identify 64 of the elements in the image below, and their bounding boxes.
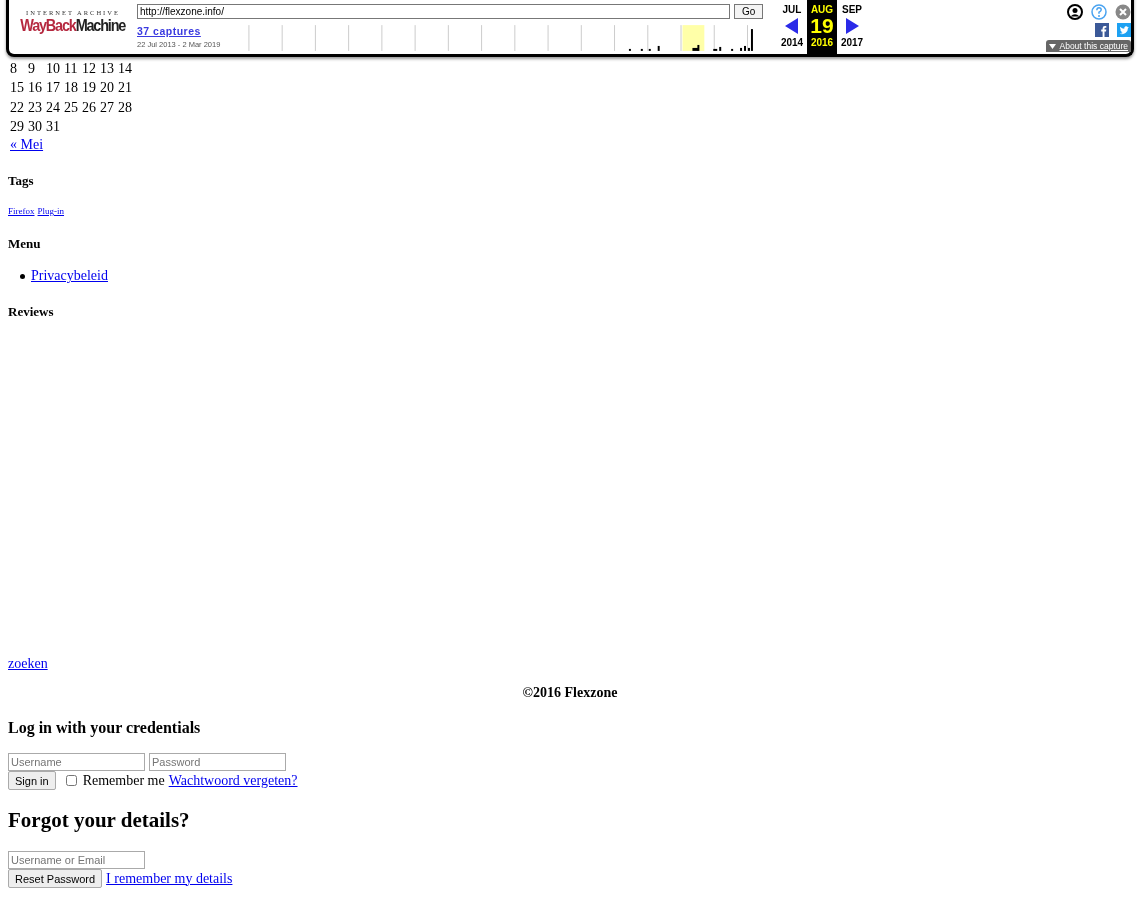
calendar-day: 19 (82, 78, 98, 98)
go-button[interactable]: Go (734, 4, 764, 19)
month-link[interactable]: AUG (810, 4, 834, 15)
close-icon[interactable] (1115, 4, 1131, 20)
calendar-day: 18 (64, 78, 80, 98)
calendar-day: 16 (28, 78, 44, 98)
calendar-day: 20 (100, 78, 116, 98)
search-link[interactable]: zoeken (8, 656, 48, 671)
sign-in-button[interactable]: Sign in (8, 771, 56, 790)
username-field[interactable]: Username (8, 753, 145, 771)
calendar-day: 26 (82, 98, 98, 118)
about-capture-button[interactable]: About this capture (1046, 40, 1131, 52)
calendar-day: 31 (46, 117, 62, 137)
calendar-day: 11 (64, 59, 80, 79)
calendar-day: 17 (46, 78, 62, 98)
calendar-day: 8 (10, 59, 26, 79)
day-number: 19 (810, 15, 834, 37)
year-link[interactable]: 2016 (810, 37, 834, 48)
password-field[interactable]: Password (149, 753, 286, 771)
twitter-icon[interactable] (1117, 23, 1131, 37)
month-link[interactable]: SEP (842, 4, 862, 15)
widget-heading: Reviews (8, 304, 55, 320)
calendar-day: 15 (10, 78, 26, 98)
calendar-day: 28 (118, 98, 134, 118)
calendar-day: 23 (28, 98, 44, 118)
username-email-field[interactable]: Username or Email (8, 851, 145, 869)
calendar-day: 13 (100, 59, 116, 79)
calendar-day: 22 (10, 98, 26, 118)
calendar-day: 14 (118, 59, 134, 79)
month-link[interactable]: JUL (782, 4, 802, 15)
year-link[interactable]: 2014 (780, 37, 804, 48)
remember-checkbox[interactable] (65, 775, 77, 786)
copyright-text: ©2016 Flexzone (522, 685, 618, 700)
next-arrow-icon[interactable] (845, 18, 859, 34)
menu-link[interactable]: Privacybeleid (31, 268, 108, 284)
calendar-day: 29 (10, 117, 26, 137)
tag-link[interactable]: Firefox (8, 206, 35, 216)
previous-arrow-icon[interactable] (785, 18, 799, 34)
widget-heading: Tags (8, 173, 35, 189)
calendar-day: 12 (82, 59, 98, 79)
caret-icon (1049, 43, 1057, 49)
login-heading: Log in with your credentials (8, 719, 202, 737)
captures-link[interactable]: 37 captures (137, 25, 240, 37)
reset-heading: Forgot your details? (8, 808, 191, 833)
calendar-day: 27 (100, 98, 116, 118)
calendar-day: 10 (46, 59, 62, 79)
user-icon[interactable] (1067, 4, 1083, 20)
facebook-icon[interactable] (1095, 23, 1109, 37)
forgot-password-link[interactable]: Wachtwoord vergeten? (168, 772, 298, 789)
reset-password-button[interactable]: Reset Password (8, 869, 103, 888)
remember-details-link[interactable]: I remember my details (106, 870, 233, 887)
bullet-icon (20, 273, 25, 279)
url-field[interactable]: http://flexzone.info/ (137, 4, 730, 19)
remember-label: Remember me (82, 772, 165, 789)
calendar-day: 9 (28, 59, 44, 79)
calendar-day: 21 (118, 78, 134, 98)
calendar-day: 24 (46, 98, 62, 118)
calendar-day: 30 (28, 117, 44, 137)
tag-link[interactable]: Plug-in (37, 206, 64, 216)
calendar-day: 25 (64, 98, 80, 118)
previous-month-link[interactable]: « Mei (10, 137, 44, 153)
widget-heading: Menu (8, 236, 42, 252)
year-link[interactable]: 2017 (840, 37, 864, 48)
wayback-logo[interactable]: WayBackMachine (20, 16, 126, 36)
